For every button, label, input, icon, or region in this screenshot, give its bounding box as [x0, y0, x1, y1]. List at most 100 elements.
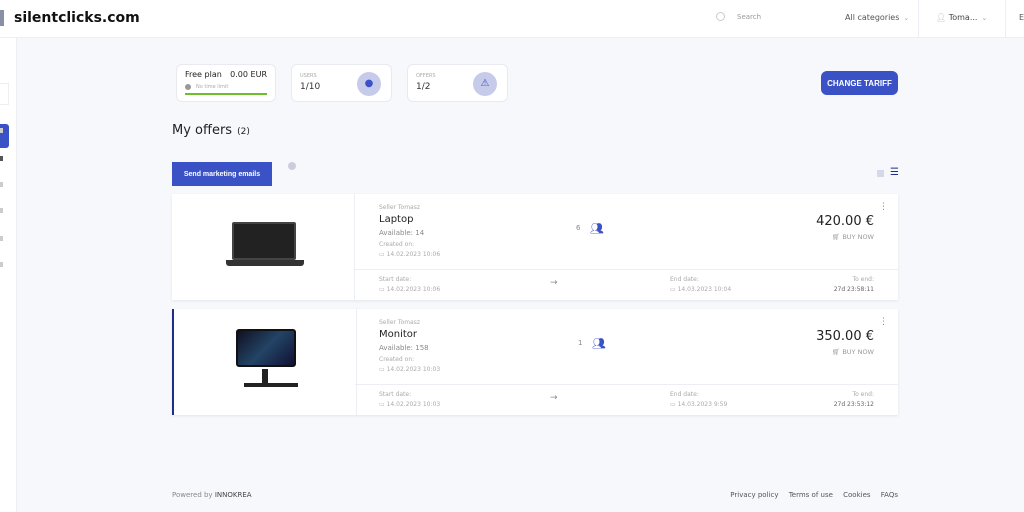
- user-icon: 👤︎: [936, 13, 949, 22]
- offer-title[interactable]: Monitor: [379, 329, 417, 340]
- search-input[interactable]: Search: [737, 13, 761, 21]
- more-options-icon[interactable]: ⋮: [879, 317, 888, 327]
- offer-icon: ⚠︎: [473, 72, 497, 96]
- list-view-icon[interactable]: ☰: [890, 168, 899, 178]
- offer-dates: Start date: ▭ 14.02.2023 10:03 → End dat…: [355, 384, 898, 415]
- top-bar: silentclicks.com Search All categories⌄ …: [0, 0, 1024, 38]
- monitor-stand: [262, 369, 268, 383]
- participants-icon: 👥︎: [592, 337, 606, 350]
- sidebar-icon[interactable]: [0, 236, 3, 241]
- user-name: Toma...: [949, 13, 978, 22]
- terms-link[interactable]: Terms of use: [789, 491, 833, 499]
- created-date: ▭ 14.02.2023 10:06: [379, 251, 440, 258]
- category-dropdown[interactable]: All categories ⌄: [845, 13, 909, 22]
- monitor-base: [244, 383, 298, 387]
- cart-icon: 🛒︎: [832, 233, 842, 241]
- start-date: ▭ 14.02.2023 10:03: [379, 401, 440, 408]
- created-label: Created on:: [379, 356, 414, 363]
- user-icon: ●: [357, 72, 381, 96]
- sidebar: [0, 38, 17, 512]
- footer-links: Privacy policy Terms of use Cookies FAQs: [722, 491, 898, 499]
- buy-now-button[interactable]: 🛒︎ BUY NOW: [832, 233, 874, 241]
- to-end-value: 27d 23:53:12: [834, 401, 874, 408]
- brand-link[interactable]: INNOKREA: [215, 491, 252, 499]
- faqs-link[interactable]: FAQs: [881, 491, 898, 499]
- cart-icon: 🛒︎: [832, 348, 842, 356]
- buy-now-button[interactable]: 🛒︎ BUY NOW: [832, 348, 874, 356]
- arrow-right-icon: →: [550, 278, 558, 288]
- page-title-text: My offers: [172, 123, 232, 138]
- offers-label: OFFERS: [416, 73, 436, 79]
- sidebar-icon[interactable]: [0, 156, 3, 161]
- divider: [1005, 0, 1006, 38]
- plan-price: 0.00 EUR: [230, 70, 267, 79]
- start-label: Start date:: [379, 276, 411, 283]
- offer-title[interactable]: Laptop: [379, 214, 413, 225]
- laptop-base: [226, 260, 304, 266]
- start-value: 14.02.2023 10:03: [387, 401, 441, 408]
- participants-icon: 👥︎: [590, 222, 604, 235]
- end-value: 14.03.2023 10:04: [678, 286, 732, 293]
- search-icon[interactable]: [716, 12, 725, 21]
- users-card: USERS 1/10 ●: [291, 64, 392, 102]
- info-icon[interactable]: [288, 162, 296, 170]
- arrow-right-icon: →: [550, 393, 558, 403]
- offers-count: (2): [237, 127, 250, 137]
- price: 420.00 €: [816, 214, 874, 229]
- seller: Seller Tomasz: [379, 319, 420, 326]
- send-marketing-emails-button[interactable]: Send marketing emails: [172, 162, 272, 186]
- to-end-label: To end:: [852, 391, 874, 398]
- available: Available: 158: [379, 344, 429, 352]
- created-value: 14.02.2023 10:03: [387, 366, 441, 373]
- end-date: ▭ 14.03.2023 9:59: [670, 401, 727, 408]
- end-label: End date:: [670, 391, 699, 398]
- to-end-value: 27d 23:58:11: [834, 286, 874, 293]
- users-value: 1/10: [300, 82, 320, 92]
- footer-powered: Powered by INNOKREA: [172, 491, 252, 499]
- category-label: All categories: [845, 13, 899, 22]
- language-selector[interactable]: E: [1019, 13, 1024, 22]
- user-menu[interactable]: 👤︎ Toma...⌄: [936, 13, 987, 22]
- plan-progress-bar: [185, 93, 267, 95]
- plan-card: Free plan 0.00 EUR No time limit: [176, 64, 276, 102]
- chevron-down-icon: ⌄: [981, 14, 987, 22]
- participants-count: 1: [578, 339, 582, 347]
- chevron-down-icon: ⌄: [903, 14, 909, 22]
- more-options-icon[interactable]: ⋮: [879, 202, 888, 212]
- page-title: My offers (2): [172, 123, 250, 138]
- plan-limit: No time limit: [196, 84, 228, 90]
- logo[interactable]: silentclicks.com: [14, 10, 140, 26]
- sidebar-item[interactable]: [0, 83, 9, 105]
- laptop-image: [232, 222, 296, 260]
- info-icon: [185, 84, 191, 90]
- monitor-image: [236, 329, 296, 367]
- available: Available: 14: [379, 229, 424, 237]
- offer-card[interactable]: Seller Tomasz Laptop Available: 14 Creat…: [172, 194, 898, 300]
- end-label: End date:: [670, 276, 699, 283]
- change-tariff-button[interactable]: CHANGE TARIFF: [821, 71, 898, 95]
- plan-name: Free plan: [185, 70, 222, 79]
- end-value: 14.03.2023 9:59: [678, 401, 728, 408]
- offer-dates: Start date: ▭ 14.02.2023 10:06 → End dat…: [355, 269, 898, 300]
- buy-now-label: BUY NOW: [842, 233, 874, 241]
- offers-value: 1/2: [416, 82, 430, 92]
- sidebar-icon[interactable]: [0, 262, 3, 267]
- buy-now-label: BUY NOW: [842, 348, 874, 356]
- product-image: [172, 194, 355, 300]
- sidebar-icon[interactable]: [0, 182, 3, 187]
- privacy-policy-link[interactable]: Privacy policy: [730, 491, 778, 499]
- participants-count: 6: [576, 224, 580, 232]
- seller: Seller Tomasz: [379, 204, 420, 211]
- grid-view-icon[interactable]: [877, 170, 884, 177]
- offer-card[interactable]: Seller Tomasz Monitor Available: 158 Cre…: [172, 309, 898, 415]
- logo-icon: [0, 10, 4, 26]
- cookies-link[interactable]: Cookies: [843, 491, 870, 499]
- users-label: USERS: [300, 73, 317, 79]
- end-date: ▭ 14.03.2023 10:04: [670, 286, 731, 293]
- created-value: 14.02.2023 10:06: [387, 251, 441, 258]
- created-date: ▭ 14.02.2023 10:03: [379, 366, 440, 373]
- sidebar-icon[interactable]: [0, 128, 3, 133]
- offers-card: OFFERS 1/2 ⚠︎: [407, 64, 508, 102]
- to-end-label: To end:: [852, 276, 874, 283]
- sidebar-icon[interactable]: [0, 208, 3, 213]
